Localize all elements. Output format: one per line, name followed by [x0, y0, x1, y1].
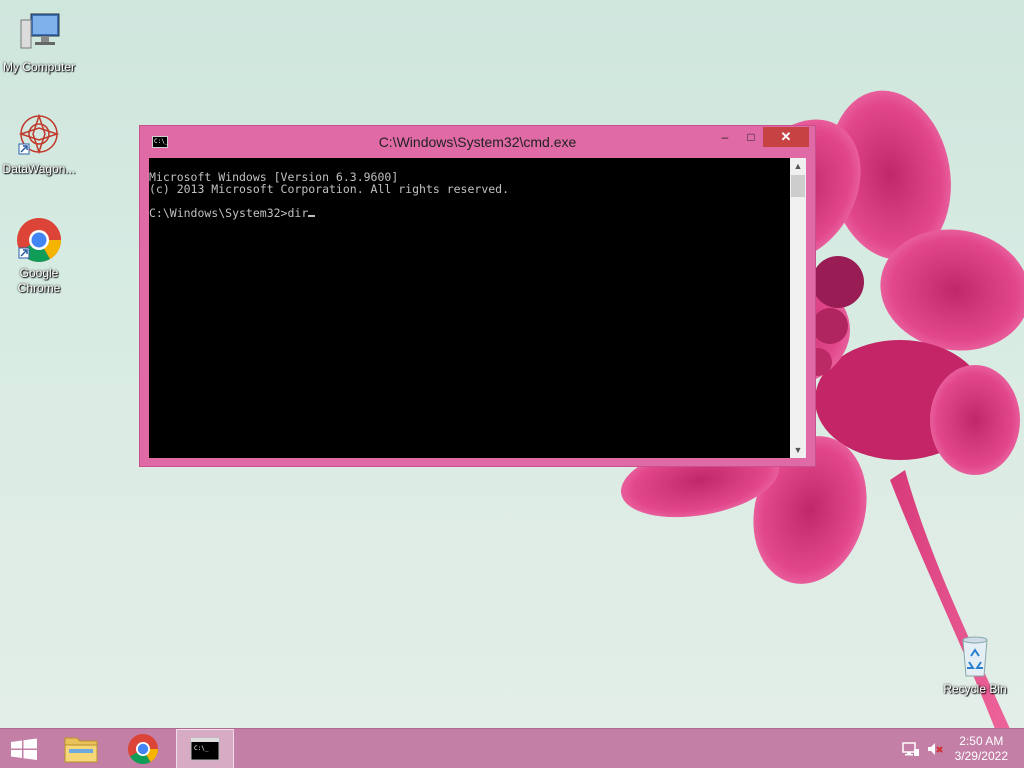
desktop-icon-label: Recycle Bin	[943, 682, 1007, 696]
desktop-icon-my-computer[interactable]: My Computer	[0, 10, 78, 75]
scroll-thumb[interactable]	[791, 175, 805, 197]
desktop-icon-label: DataWagon...	[2, 162, 76, 176]
folder-icon	[64, 737, 98, 763]
command-prompt-icon: C:\_	[190, 737, 220, 761]
console-line: (c) 2013 Microsoft Corporation. All righ…	[149, 182, 510, 196]
maximize-button[interactable]: □	[738, 127, 764, 147]
taskbar-file-explorer[interactable]	[52, 729, 110, 768]
chrome-icon	[15, 216, 63, 264]
desktop-icon-recycle-bin[interactable]: Recycle Bin	[936, 632, 1014, 697]
datawagon-icon	[15, 112, 63, 160]
network-icon[interactable]	[902, 741, 920, 757]
vertical-scrollbar[interactable]: ▲ ▼	[790, 158, 806, 458]
close-button[interactable]: ✕	[763, 127, 809, 147]
system-tray: 2:50 AM 3/29/2022	[884, 729, 1024, 768]
recycle-bin-icon	[951, 632, 999, 680]
text-cursor	[308, 215, 316, 217]
desktop-icon-label: Google Chrome	[17, 266, 61, 295]
clock-date: 3/29/2022	[954, 749, 1008, 763]
svg-text:C:\_: C:\_	[194, 745, 209, 752]
scroll-down-button[interactable]: ▼	[790, 442, 806, 458]
console-prompt: C:\Windows\System32>dir	[149, 206, 309, 220]
chrome-icon	[128, 734, 158, 765]
computer-icon	[15, 10, 63, 58]
desktop-icon-google-chrome[interactable]: Google Chrome	[0, 216, 78, 296]
clock[interactable]: 2:50 AM 3/29/2022	[955, 734, 1008, 764]
clock-time: 2:50 AM	[959, 734, 1004, 748]
cmd-window[interactable]: C:\_ C:\Windows\System32\cmd.exe – □ ✕ M…	[139, 125, 816, 467]
desktop-icon-datawagon[interactable]: DataWagon...	[0, 112, 78, 177]
taskbar: C:\_ 2:50 AM 3/29/2022	[0, 728, 1024, 768]
console-output[interactable]: Microsoft Windows [Version 6.3.9600] (c) …	[149, 158, 790, 458]
scroll-up-button[interactable]: ▲	[790, 158, 806, 174]
title-bar[interactable]: C:\_ C:\Windows\System32\cmd.exe – □ ✕	[140, 126, 815, 158]
volume-muted-icon[interactable]	[926, 741, 944, 757]
taskbar-cmd[interactable]: C:\_	[176, 729, 234, 768]
desktop-icon-label: My Computer	[2, 60, 76, 74]
windows-start-icon	[11, 738, 37, 760]
console-prompt-line[interactable]: C:\Windows\System32>dir	[149, 207, 790, 219]
start-button[interactable]	[0, 729, 48, 768]
desktop: My Computer DataWagon... Google Chrome R…	[0, 0, 1024, 768]
taskbar-chrome[interactable]	[114, 729, 172, 768]
minimize-button[interactable]: –	[712, 127, 738, 147]
